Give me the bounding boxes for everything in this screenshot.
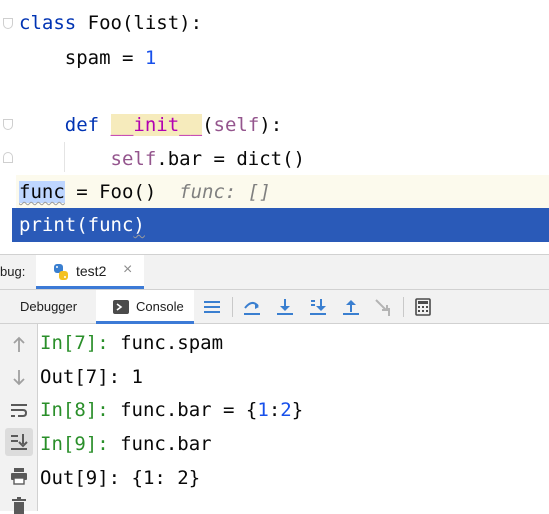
- run-to-cursor-icon[interactable]: [374, 298, 392, 316]
- fold-marker-icon[interactable]: [3, 18, 13, 29]
- print-icon[interactable]: [10, 467, 28, 485]
- code-text: .bar = dict(): [156, 148, 305, 170]
- soft-wrap-icon[interactable]: [10, 401, 28, 419]
- console-line: In[9]: func.bar: [40, 427, 212, 461]
- console-icon: [113, 300, 129, 314]
- fold-end-icon[interactable]: [3, 152, 13, 163]
- console-line: In[8]: func.bar = {1:2}: [40, 393, 303, 427]
- down-arrow-icon[interactable]: [10, 368, 28, 386]
- code-text: spam: [64, 47, 111, 69]
- code-line-selected[interactable]: print(func): [12, 208, 549, 242]
- console-prompt: In[8]:: [40, 399, 109, 421]
- code-line[interactable]: spam = 1: [19, 41, 549, 75]
- number-literal: 2: [280, 399, 292, 421]
- up-arrow-icon[interactable]: [10, 336, 28, 354]
- debug-tool-window-header: bug: test2 ×: [0, 254, 549, 290]
- console-prompt: In[9]:: [40, 433, 109, 455]
- code-line[interactable]: class Foo(list):: [19, 6, 549, 40]
- console-code: func.spam: [108, 332, 224, 354]
- tab-label: test2: [76, 263, 107, 279]
- console-out-prompt: Out[7]:: [40, 366, 121, 388]
- dunder-method-name: __init__: [110, 114, 203, 136]
- highlighted-variable[interactable]: func: [19, 181, 65, 203]
- console-line: In[7]: func.spam: [40, 326, 223, 360]
- code-text: (: [76, 214, 88, 236]
- keyword: class: [19, 12, 77, 34]
- code-text: func: [87, 214, 134, 236]
- console-code: func.bar: [108, 433, 212, 455]
- editor-gutter: [0, 0, 16, 242]
- delete-icon[interactable]: [10, 496, 28, 514]
- number-literal: 1: [144, 47, 157, 69]
- code-line[interactable]: self.bar = dict(): [19, 142, 549, 176]
- console-label: Console: [136, 299, 184, 314]
- step-over-icon[interactable]: [243, 298, 261, 316]
- code-line-current[interactable]: func = Foo() func: []: [16, 175, 549, 209]
- console-code: func.bar = {: [108, 399, 258, 421]
- threads-icon[interactable]: [203, 298, 221, 316]
- tab-console[interactable]: Console: [96, 290, 194, 324]
- debug-toolbar: Debugger Console: [0, 290, 549, 324]
- code-text: print: [19, 214, 77, 236]
- fold-marker-icon[interactable]: [3, 119, 13, 130]
- console-side-toolbar: [0, 324, 38, 514]
- scroll-to-end-button[interactable]: [5, 428, 33, 456]
- console-out-prompt: Out[9]:: [40, 467, 121, 489]
- code-text: =: [110, 47, 145, 69]
- close-icon[interactable]: ×: [123, 261, 132, 279]
- console-line: Out[9]: {1: 2}: [40, 461, 200, 495]
- inlay-hint: func: []: [156, 181, 271, 203]
- self-keyword: self: [110, 148, 157, 170]
- console-output: 1: [120, 366, 143, 388]
- code-text: Foo(list):: [76, 12, 203, 34]
- console-line: Out[7]: 1: [40, 360, 143, 394]
- step-out-icon[interactable]: [342, 298, 360, 316]
- code-text: (: [202, 114, 214, 136]
- number-literal: 1: [257, 399, 269, 421]
- code-text: ):: [259, 114, 283, 136]
- python-console[interactable]: In[7]: func.spam Out[7]: 1 In[8]: func.b…: [38, 324, 549, 511]
- scroll-to-end-icon: [11, 434, 28, 450]
- console-output: {1: 2}: [120, 467, 201, 489]
- toolbar-separator: [403, 297, 404, 317]
- toolbar-separator: [232, 297, 233, 317]
- code-line[interactable]: def __init__(self):: [19, 108, 549, 142]
- console-prompt: In[7]:: [40, 332, 109, 354]
- debug-label: bug:: [0, 264, 26, 279]
- tab-test2[interactable]: test2 ×: [36, 255, 144, 289]
- python-icon: [54, 264, 68, 280]
- code-text: ): [133, 214, 145, 236]
- keyword: def: [64, 114, 100, 136]
- code-text: = Foo(): [64, 181, 157, 203]
- evaluate-icon[interactable]: [414, 298, 432, 316]
- self-keyword: self: [213, 114, 260, 136]
- step-into-icon[interactable]: [276, 298, 294, 316]
- console-code: }: [291, 399, 304, 421]
- console-code: :: [268, 399, 281, 421]
- code-editor[interactable]: class Foo(list): spam = 1 def __init__(s…: [0, 0, 549, 242]
- step-into-my-code-icon[interactable]: [309, 298, 327, 316]
- tab-debugger[interactable]: Debugger: [20, 290, 77, 324]
